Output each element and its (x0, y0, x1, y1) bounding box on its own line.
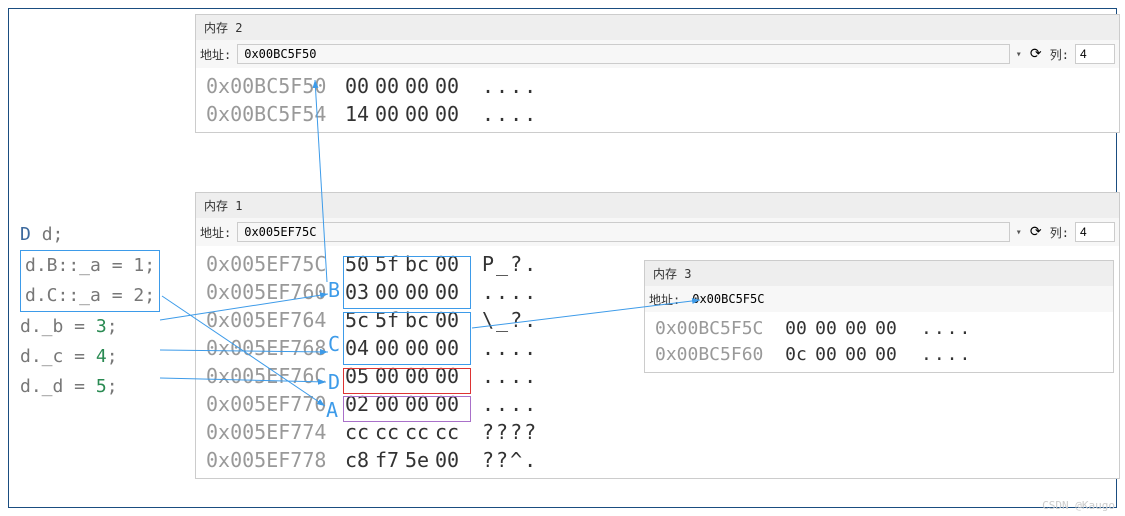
memory-1-address-bar: 地址: 0x005EF75C ▾ ⟳ 列: (196, 218, 1119, 246)
address-input-mem3[interactable]: 0x00BC5F5C (686, 290, 770, 308)
memory-row: 0x005EF778c8f75e00??^. (206, 446, 1109, 474)
type-D: D (20, 224, 31, 245)
label-B: B (328, 278, 340, 302)
address-input-mem1[interactable]: 0x005EF75C (237, 222, 1010, 242)
dropdown-icon[interactable]: ▾ (1016, 227, 1022, 238)
code-line-3: d.C::_a = 2; (25, 281, 155, 311)
memory-row: 0x00BC5F54 14000000 .... (206, 100, 1109, 128)
code-line-2: d.B::_a = 1; (25, 251, 155, 281)
memory-3-address-bar: 地址: 0x00BC5F5C (645, 286, 1113, 312)
code-section: D d; d.B::_a = 1; d.C::_a = 2; d._b = 3;… (20, 220, 160, 402)
label-A: A (326, 398, 338, 422)
memory-panel-2: 内存 2 地址: 0x00BC5F50 ▾ ⟳ 列: 0x00BC5F50 00… (195, 14, 1120, 133)
column-label: 列: (1050, 224, 1069, 241)
address-label: 地址: (200, 46, 231, 63)
code-line-1: D d; (20, 220, 160, 250)
column-input-mem2[interactable] (1075, 44, 1115, 64)
memory-2-body: 0x00BC5F50 00000000 .... 0x00BC5F54 1400… (196, 68, 1119, 132)
memory-row: 0x005EF774cccccccc???? (206, 418, 1109, 446)
address-label: 地址: (649, 291, 680, 308)
column-input-mem1[interactable] (1075, 222, 1115, 242)
label-D: D (328, 370, 340, 394)
memory-panel-3: 内存 3 地址: 0x00BC5F5C 0x00BC5F5C00000000..… (644, 260, 1114, 373)
memory-2-address-bar: 地址: 0x00BC5F50 ▾ ⟳ 列: (196, 40, 1119, 68)
refresh-icon[interactable]: ⟳ (1028, 46, 1044, 62)
var-d: d; (42, 224, 64, 245)
memory-row: 0x00BC5F600c000000.... (655, 342, 1103, 368)
memory-row: 0x00BC5F5C00000000.... (655, 316, 1103, 342)
memory-row: 0x00BC5F50 00000000 .... (206, 72, 1109, 100)
memory-3-body: 0x00BC5F5C00000000.... 0x00BC5F600c00000… (645, 312, 1113, 372)
watermark: CSDN @Kaugo (1042, 499, 1115, 512)
code-line-6: d._d = 5; (20, 372, 160, 402)
memory-row: 0x005EF77002000000.... (206, 390, 1109, 418)
memory-3-title: 内存 3 (645, 261, 1113, 286)
code-line-5: d._c = 4; (20, 342, 160, 372)
label-C: C (328, 332, 340, 356)
code-line-4: d._b = 3; (20, 312, 160, 342)
memory-2-title: 内存 2 (196, 15, 1119, 40)
column-label: 列: (1050, 46, 1069, 63)
refresh-icon[interactable]: ⟳ (1028, 224, 1044, 240)
code-box-highlight: d.B::_a = 1; d.C::_a = 2; (20, 250, 160, 312)
memory-1-title: 内存 1 (196, 193, 1119, 218)
dropdown-icon[interactable]: ▾ (1016, 49, 1022, 60)
address-input-mem2[interactable]: 0x00BC5F50 (237, 44, 1010, 64)
address-label: 地址: (200, 224, 231, 241)
